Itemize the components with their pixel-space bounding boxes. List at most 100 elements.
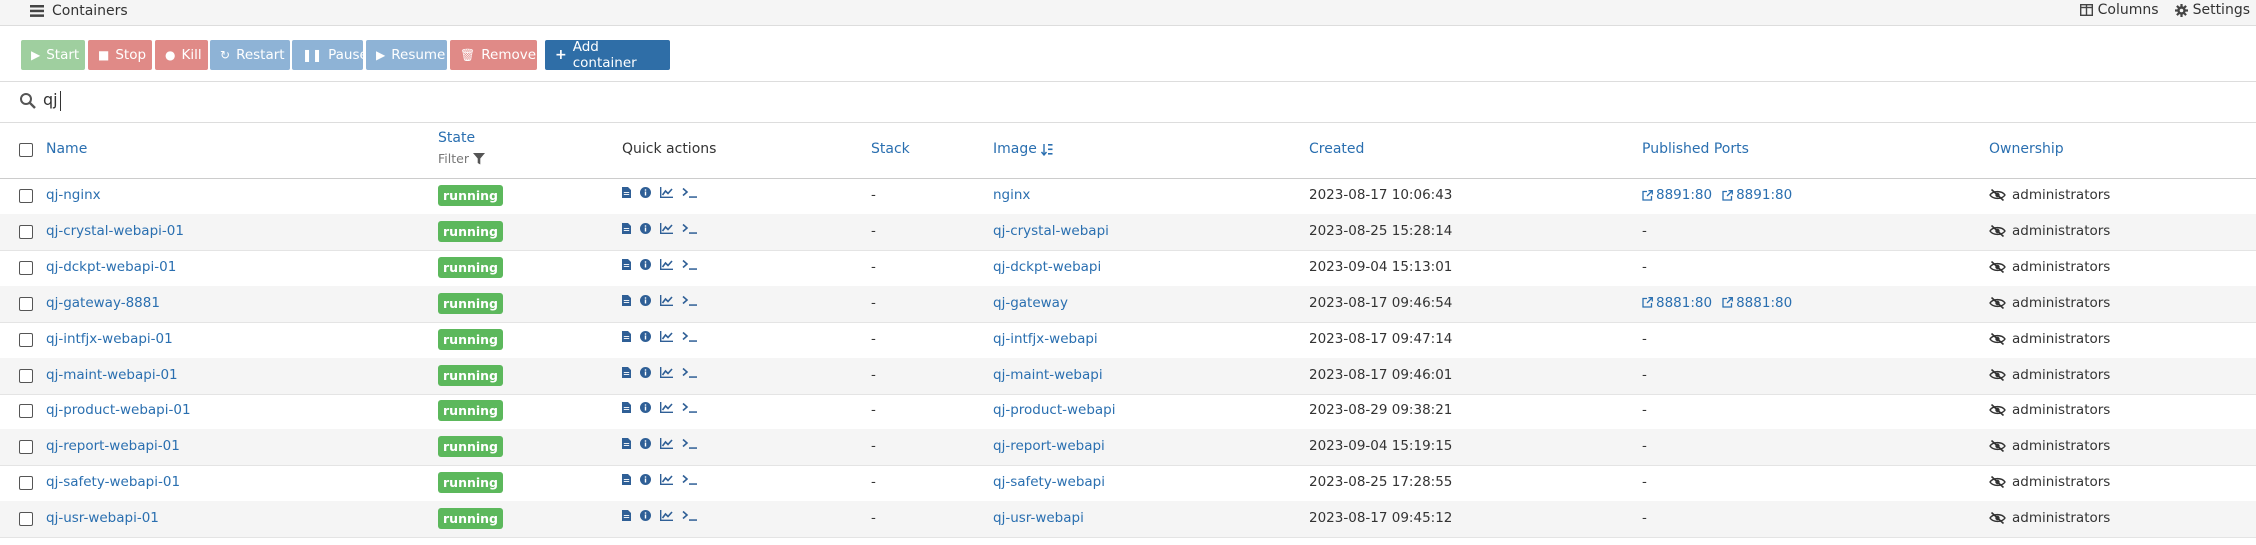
logs-icon[interactable] [622,258,631,270]
console-icon[interactable] [682,510,698,521]
logs-icon[interactable] [622,474,631,486]
column-header-name[interactable]: Name [46,141,87,157]
inspect-icon[interactable] [640,366,651,378]
inspect-icon[interactable] [640,294,651,306]
image-link[interactable]: qj-crystal-webapi [993,223,1109,239]
image-link[interactable]: qj-safety-webapi [993,474,1105,490]
stats-icon[interactable] [660,294,673,306]
container-name-link[interactable]: qj-product-webapi-01 [46,402,191,418]
image-link[interactable]: qj-product-webapi [993,402,1116,418]
inspect-icon[interactable] [640,222,651,234]
image-link[interactable]: qj-report-webapi [993,438,1105,454]
stats-icon[interactable] [660,438,673,450]
search-input[interactable]: qj [43,90,58,109]
stats-icon[interactable] [660,402,673,414]
stats-icon[interactable] [660,187,673,198]
status-badge: running [438,472,503,494]
image-link[interactable]: qj-intfjx-webapi [993,331,1098,347]
row-checkbox[interactable] [19,368,33,383]
stop-button[interactable]: ■ Stop [88,40,152,70]
container-name-link[interactable]: qj-report-webapi-01 [46,438,180,454]
column-header-ports[interactable]: Published Ports [1642,141,1749,157]
row-checkbox[interactable] [19,224,33,239]
column-header-created[interactable]: Created [1309,141,1364,157]
column-header-stack[interactable]: Stack [871,141,910,157]
ownership-label: administrators [2012,330,2111,347]
settings-button[interactable]: Settings [2174,2,2250,18]
published-port-link[interactable]: 8881:80 [1642,295,1712,311]
column-header-state[interactable]: State [438,130,475,146]
add-container-button[interactable]: + Add container [545,39,670,71]
logs-icon[interactable] [622,330,631,342]
logs-icon[interactable] [622,510,631,522]
stats-icon[interactable] [660,510,673,522]
inspect-icon[interactable] [640,438,651,450]
container-name-link[interactable]: qj-nginx [46,187,101,203]
image-link[interactable]: qj-gateway [993,295,1068,311]
stats-icon[interactable] [660,330,673,342]
image-link[interactable]: qj-usr-webapi [993,510,1084,526]
image-link[interactable]: qj-maint-webapi [993,367,1103,383]
logs-icon[interactable] [622,366,631,378]
inspect-icon[interactable] [640,258,651,270]
container-name-link[interactable]: qj-usr-webapi-01 [46,510,159,526]
column-header-image[interactable]: Image [993,141,1053,157]
row-checkbox[interactable] [19,512,33,527]
row-checkbox[interactable] [19,440,33,455]
console-icon[interactable] [682,187,698,198]
logs-icon[interactable] [622,402,631,414]
stack-value: - [871,187,876,203]
logs-icon[interactable] [622,294,631,306]
state-filter-button[interactable]: Filter [438,151,485,166]
inspect-icon[interactable] [640,187,651,198]
eye-slash-icon [1989,440,2006,453]
start-button[interactable]: ▶ Start [21,40,85,70]
console-icon[interactable] [682,259,698,270]
published-port-link[interactable]: 8881:80 [1722,295,1792,311]
console-icon[interactable] [682,295,698,306]
select-all-checkbox[interactable] [19,143,33,157]
inspect-icon[interactable] [640,402,651,414]
stats-icon[interactable] [660,258,673,270]
console-icon[interactable] [682,223,698,234]
container-name-link[interactable]: qj-dckpt-webapi-01 [46,259,176,275]
restart-button[interactable]: ↻ Restart [210,40,290,70]
resume-button[interactable]: ▶ Resume [366,40,447,70]
stats-icon[interactable] [660,366,673,378]
published-port-link[interactable]: 8891:80 [1642,187,1712,203]
console-icon[interactable] [682,367,698,378]
logs-icon[interactable] [622,187,631,198]
stats-icon[interactable] [660,222,673,234]
console-icon[interactable] [682,474,698,485]
inspect-icon[interactable] [640,510,651,522]
row-checkbox[interactable] [19,404,33,419]
image-link[interactable]: nginx [993,187,1030,203]
logs-icon[interactable] [622,222,631,234]
inspect-icon[interactable] [640,474,651,486]
row-checkbox[interactable] [19,332,33,347]
ownership: administrators [1989,367,2110,383]
row-checkbox[interactable] [19,476,33,491]
remove-button[interactable]: 🗑 Remove [450,40,537,70]
inspect-icon[interactable] [640,330,651,342]
console-icon[interactable] [682,402,698,414]
row-checkbox[interactable] [19,260,33,275]
published-port-link[interactable]: 8891:80 [1722,187,1792,203]
column-header-ownership[interactable]: Ownership [1989,141,2064,157]
row-checkbox[interactable] [19,189,33,203]
container-name-link[interactable]: qj-safety-webapi-01 [46,474,180,490]
row-checkbox[interactable] [19,296,33,311]
image-link[interactable]: qj-dckpt-webapi [993,259,1101,275]
container-name-link[interactable]: qj-intfjx-webapi-01 [46,331,173,347]
pause-button[interactable]: ❚❚ Pause [292,40,368,70]
stats-icon[interactable] [660,474,673,486]
columns-button[interactable]: Columns [2079,2,2159,18]
container-name-link[interactable]: qj-gateway-8881 [46,295,160,311]
kill-button[interactable]: ● Kill [155,40,208,70]
console-icon[interactable] [682,438,698,450]
console-icon[interactable] [682,331,698,342]
logs-icon[interactable] [622,438,631,450]
stack-value: - [871,402,876,419]
container-name-link[interactable]: qj-crystal-webapi-01 [46,223,184,239]
container-name-link[interactable]: qj-maint-webapi-01 [46,367,178,383]
